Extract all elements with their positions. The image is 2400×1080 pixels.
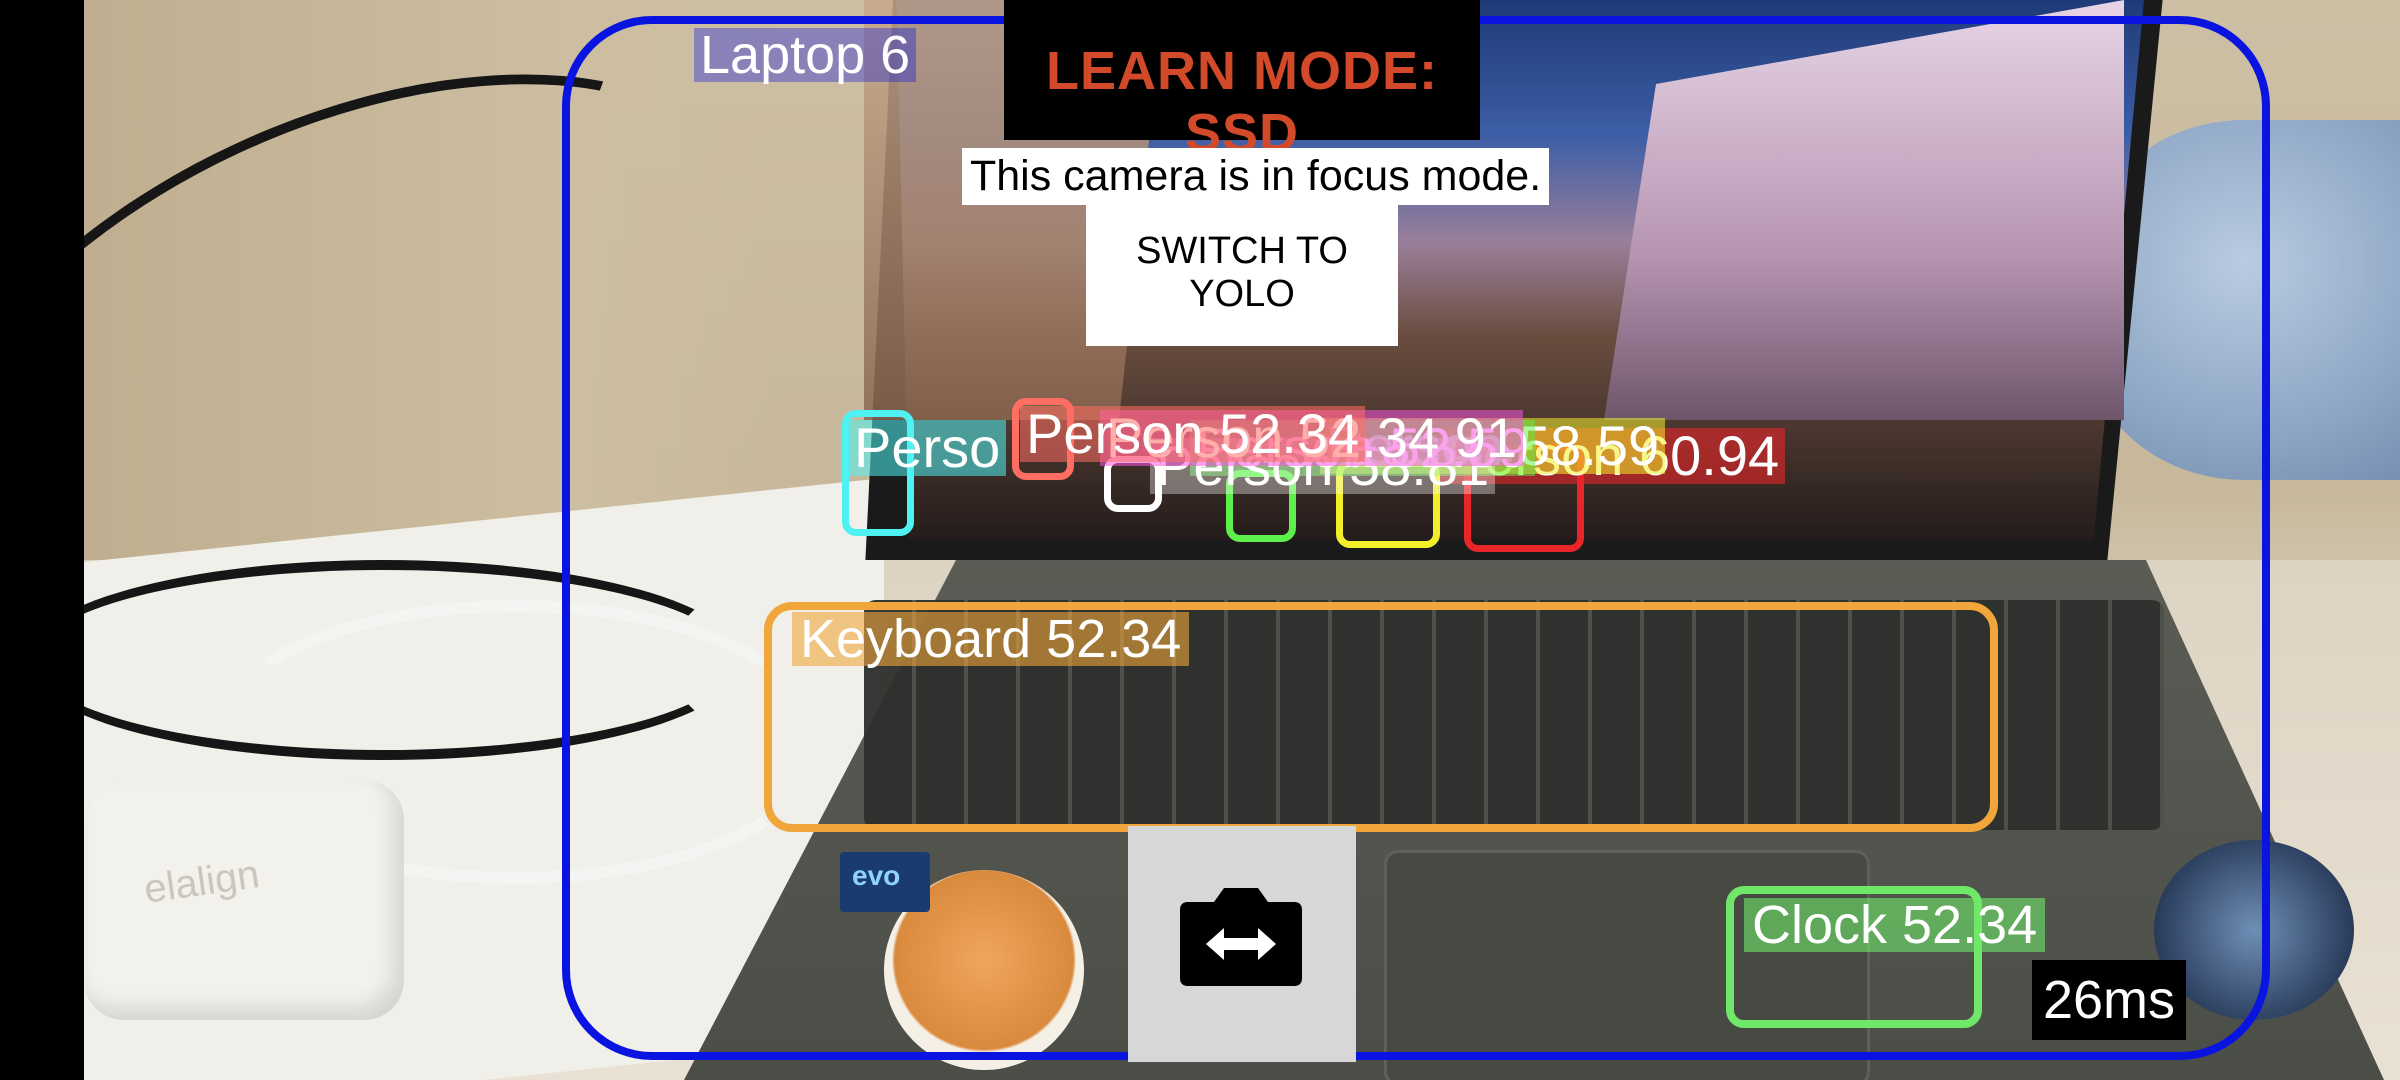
charger-case: elalign bbox=[84, 780, 404, 1020]
switch-to-yolo-button[interactable]: SWITCH TO YOLO bbox=[1086, 200, 1398, 346]
camera-switch-icon bbox=[1176, 880, 1306, 990]
inference-latency: 26ms bbox=[2032, 960, 2186, 1040]
person-detection-label: Person 52.34 bbox=[1020, 406, 1366, 462]
charger-brand: elalign bbox=[141, 852, 263, 912]
laptop-detection-label: Laptop 6 bbox=[694, 28, 917, 82]
focus-mode-message: This camera is in focus mode. bbox=[962, 148, 1550, 205]
clock-detection-label: Clock 52.34 bbox=[1744, 898, 2046, 952]
flip-camera-button[interactable] bbox=[1128, 826, 1356, 1062]
mode-title: LEARN MODE: SSD bbox=[1046, 41, 1438, 163]
keyboard-detection-label: Keyboard 52.34 bbox=[792, 612, 1190, 666]
mode-banner: LEARN MODE: SSD bbox=[1004, 0, 1480, 163]
person-detection-label: Perso bbox=[848, 420, 1007, 476]
